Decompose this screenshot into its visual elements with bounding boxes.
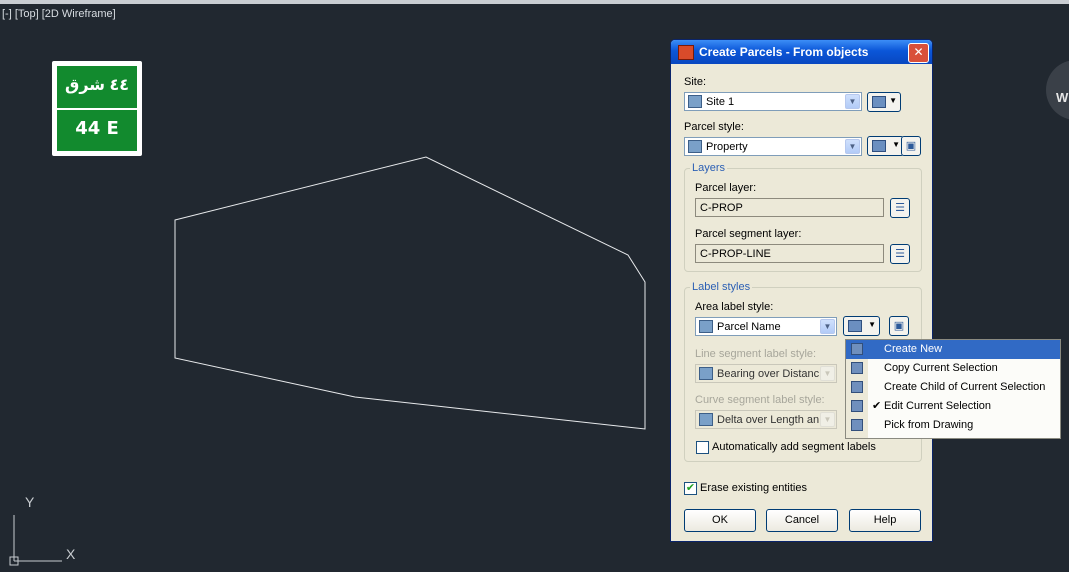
new-site-icon (872, 96, 886, 108)
label-style-icon (699, 320, 713, 333)
parcel-style-preview-button[interactable]: ▣ (901, 136, 921, 156)
create-child-icon (851, 381, 863, 393)
line-segment-style-label: Line segment label style: (695, 348, 817, 360)
segment-layer-value: C-PROP-LINE (700, 248, 771, 260)
chevron-down-icon: ▼ (892, 140, 900, 149)
area-label-style-label: Area label style: (695, 301, 774, 313)
ucs-x-label: X (66, 546, 76, 562)
menu-item-label: Pick from Drawing (884, 419, 974, 431)
parcel-style-edit-button[interactable]: ▼ (867, 136, 904, 156)
segment-layer-field[interactable]: C-PROP-LINE (695, 244, 884, 263)
menu-item-label: Copy Current Selection (884, 362, 998, 374)
parcel-layer-label: Parcel layer: (695, 182, 757, 194)
area-label-style-preview-button[interactable]: ▣ (889, 316, 909, 336)
menu-item-label: Create Child of Current Selection (884, 381, 1046, 393)
create-parcels-dialog: Create Parcels - From objects ✕ Site: Si… (670, 39, 933, 542)
cancel-button[interactable]: Cancel (766, 509, 838, 532)
parcel-polyline[interactable] (174, 156, 646, 430)
menu-item-label: Create New (884, 343, 943, 355)
parcel-style-combo[interactable]: Property ▼ (684, 137, 862, 156)
curve-segment-style-combo: Delta over Length an ▼ (695, 410, 837, 429)
line-segment-style-combo: Bearing over Distanc ▼ (695, 364, 837, 383)
compass-west-label: W (1056, 90, 1069, 105)
site-value: Site 1 (706, 96, 735, 108)
menu-item-create-child[interactable]: Create Child of Current Selection (846, 378, 1060, 397)
edit-style-icon (848, 320, 862, 332)
dialog-title: Create Parcels - From objects (699, 45, 869, 59)
chevron-down-icon[interactable]: ▼ (845, 94, 860, 109)
segment-layer-button[interactable]: ☰ (890, 244, 910, 264)
create-new-icon (851, 343, 863, 355)
parcel-app-icon (678, 45, 694, 60)
parcel-layer-value: C-PROP (700, 202, 743, 214)
chevron-down-icon[interactable]: ▼ (820, 319, 835, 334)
segment-layer-label: Parcel segment layer: (695, 228, 802, 240)
chevron-down-icon: ▼ (820, 412, 835, 427)
site-combo[interactable]: Site 1 ▼ (684, 92, 862, 111)
style-options-menu: Create New Copy Current Selection Create… (845, 339, 1061, 439)
dialog-titlebar[interactable]: Create Parcels - From objects ✕ (671, 40, 932, 64)
area-label-style-value: Parcel Name (717, 321, 781, 333)
parcel-layer-button[interactable]: ☰ (890, 198, 910, 218)
label-style-icon (699, 367, 713, 380)
ok-button[interactable]: OK (684, 509, 756, 532)
erase-existing-entities-checkbox[interactable]: ✔ (684, 482, 697, 495)
edit-style-icon (872, 140, 886, 152)
label-style-icon (699, 413, 713, 426)
close-button[interactable]: ✕ (908, 43, 929, 63)
menu-item-copy-current-selection[interactable]: Copy Current Selection (846, 359, 1060, 378)
auto-add-segment-labels-checkbox[interactable] (696, 441, 709, 454)
layers-group-title: Layers (690, 162, 728, 174)
ucs-y-label: Y (25, 494, 35, 510)
area-label-style-edit-button[interactable]: ▼ (843, 316, 880, 336)
parcel-style-value: Property (706, 141, 748, 153)
curve-segment-style-value: Delta over Length an (717, 414, 820, 426)
site-icon (688, 95, 702, 108)
style-icon (688, 140, 702, 153)
site-options-button[interactable]: ▼ (867, 92, 901, 112)
check-icon: ✔ (872, 400, 882, 412)
chevron-down-icon: ▼ (868, 320, 876, 329)
chevron-down-icon: ▼ (889, 96, 897, 105)
area-label-style-combo[interactable]: Parcel Name ▼ (695, 317, 837, 336)
menu-item-pick-from-drawing[interactable]: Pick from Drawing (846, 416, 1060, 435)
line-segment-style-value: Bearing over Distanc (717, 368, 820, 380)
copy-icon (851, 362, 863, 374)
help-button[interactable]: Help (849, 509, 921, 532)
chevron-down-icon: ▼ (820, 366, 835, 381)
parcel-style-label: Parcel style: (684, 121, 744, 133)
label-styles-group-title: Label styles (690, 281, 753, 293)
site-label: Site: (684, 76, 707, 88)
curve-segment-style-label: Curve segment label style: (695, 394, 825, 406)
auto-add-segment-labels-label: Automatically add segment labels (712, 441, 876, 453)
edit-icon (851, 400, 863, 412)
pick-icon (851, 419, 863, 431)
erase-existing-entities-label: Erase existing entities (700, 482, 807, 494)
menu-item-edit-current-selection[interactable]: ✔ Edit Current Selection (846, 397, 1060, 416)
chevron-down-icon[interactable]: ▼ (845, 139, 860, 154)
parcel-layer-field[interactable]: C-PROP (695, 198, 884, 217)
menu-item-label: Edit Current Selection (884, 400, 991, 412)
menu-item-create-new[interactable]: Create New (846, 340, 1060, 359)
